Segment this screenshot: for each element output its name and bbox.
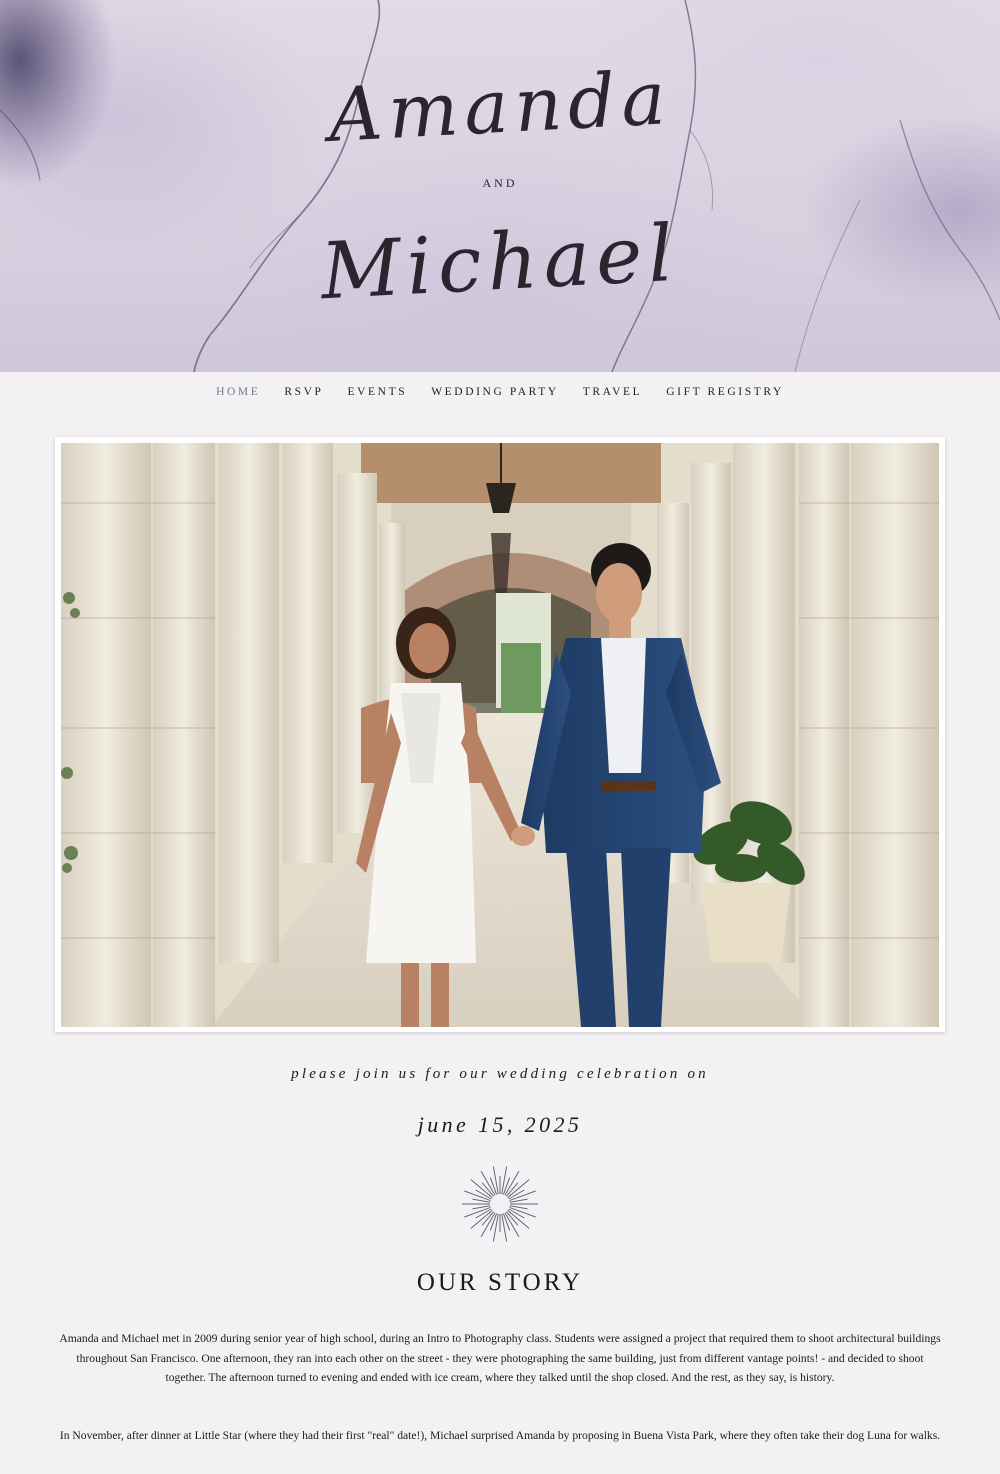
engagement-photo-frame bbox=[55, 437, 945, 1032]
invitation-line: please join us for our wedding celebrati… bbox=[291, 1066, 709, 1082]
nav-gift-registry[interactable]: GIFT REGISTRY bbox=[666, 384, 784, 400]
story-paragraph-one: Amanda and Michael met in 2009 during se… bbox=[59, 1332, 941, 1384]
engagement-photo bbox=[61, 443, 939, 1027]
nav-travel[interactable]: TRAVEL bbox=[583, 384, 642, 400]
our-story-heading: OUR STORY bbox=[416, 1269, 584, 1296]
sunburst-icon bbox=[462, 1166, 538, 1242]
and-separator: AND bbox=[482, 176, 518, 190]
nav-wedding-party[interactable]: WEDDING PARTY bbox=[431, 384, 559, 400]
nav-home[interactable]: HOME bbox=[216, 384, 260, 400]
story-paragraph-two: In November, after dinner at Little Star… bbox=[59, 1429, 941, 1442]
main-navigation: HOME RSVP EVENTS WEDDING PARTY TRAVEL GI… bbox=[0, 384, 1000, 400]
nav-events[interactable]: EVENTS bbox=[348, 384, 408, 400]
hero-banner: Amanda AND Michael bbox=[0, 0, 1000, 372]
wedding-date: june 15, 2025 bbox=[417, 1112, 583, 1137]
couple-walking-illustration bbox=[61, 443, 939, 1027]
nav-rsvp[interactable]: RSVP bbox=[284, 384, 323, 400]
